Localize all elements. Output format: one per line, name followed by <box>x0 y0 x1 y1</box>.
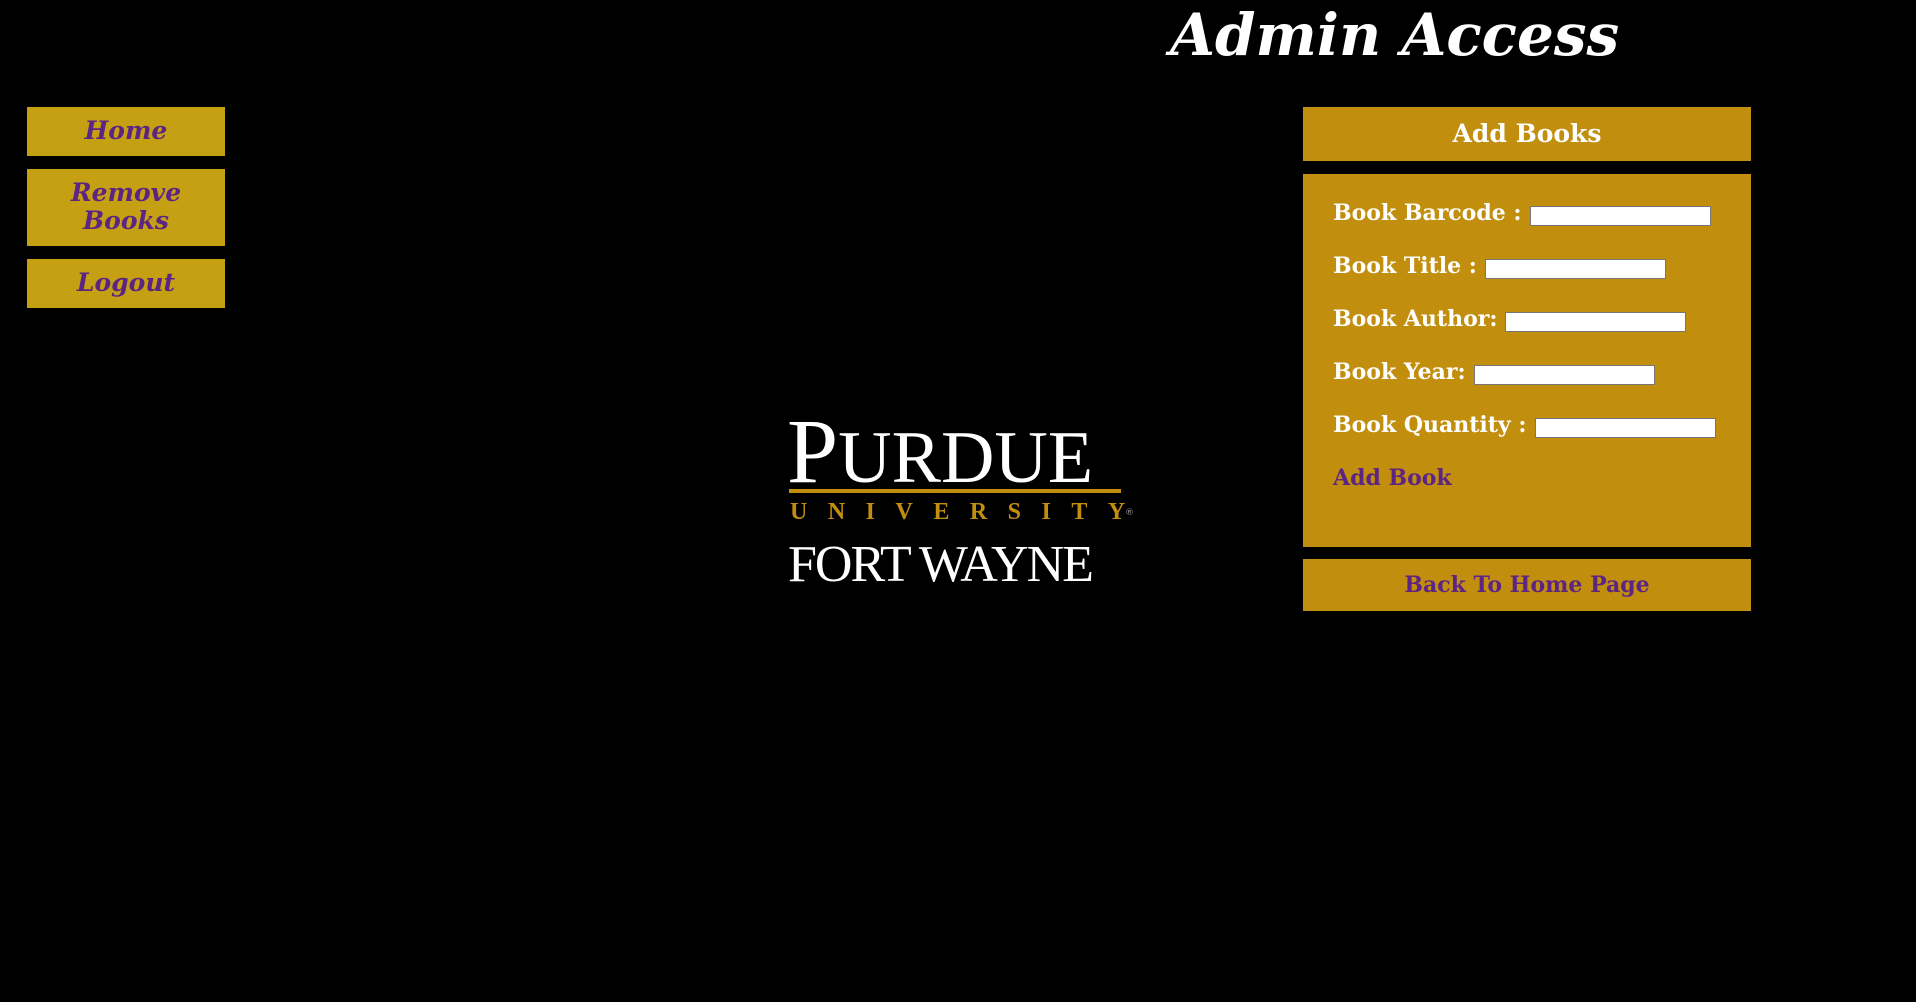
purdue-fort-wayne-logo: PURDUE UNIVERSITY ® FORT WAYNE <box>787 405 1137 593</box>
remove-books-label-line2: Books <box>83 206 169 235</box>
logo-registered-mark: ® <box>1125 508 1134 518</box>
year-label: Book Year: <box>1333 359 1466 385</box>
logo-university-text: UNIVERSITY <box>790 499 1146 525</box>
quantity-label: Book Quantity : <box>1333 412 1527 438</box>
remove-books-label-line1: Remove <box>70 178 182 207</box>
logout-button[interactable]: Logout <box>27 259 225 308</box>
barcode-label: Book Barcode : <box>1333 200 1522 226</box>
title-input[interactable] <box>1484 259 1666 279</box>
add-books-header: Add Books <box>1303 107 1751 161</box>
logo-divider <box>789 489 1121 493</box>
logo-campus-text: FORT WAYNE <box>788 536 1094 593</box>
logo-purdue-wordmark: PURDUE <box>787 405 1093 497</box>
author-row: Book Author: <box>1333 306 1751 359</box>
home-button[interactable]: Home <box>27 107 225 156</box>
logo-purdue-rest: URDUE <box>838 417 1094 499</box>
author-label: Book Author: <box>1333 306 1498 332</box>
barcode-input[interactable] <box>1529 206 1711 226</box>
remove-books-button[interactable]: Remove Books <box>27 169 225 246</box>
author-input[interactable] <box>1505 312 1687 332</box>
admin-page: Admin Access Home Remove Books Logout PU… <box>0 0 1916 1002</box>
title-label: Book Title : <box>1333 253 1477 279</box>
page-title: Admin Access <box>1170 1 1620 69</box>
year-row: Book Year: <box>1333 359 1751 412</box>
add-books-form: Book Barcode : Book Title : Book Author:… <box>1303 174 1751 547</box>
title-row: Book Title : <box>1333 253 1751 306</box>
logo-purdue-initial: P <box>787 400 839 502</box>
barcode-row: Book Barcode : <box>1333 200 1751 253</box>
quantity-row: Book Quantity : <box>1333 412 1751 465</box>
back-to-home-button[interactable]: Back To Home Page <box>1303 559 1751 611</box>
add-book-button[interactable]: Add Book <box>1333 465 1452 491</box>
side-nav: Home Remove Books Logout <box>27 107 225 321</box>
submit-row: Add Book <box>1333 465 1751 518</box>
quantity-input[interactable] <box>1534 418 1716 438</box>
year-input[interactable] <box>1473 365 1655 385</box>
